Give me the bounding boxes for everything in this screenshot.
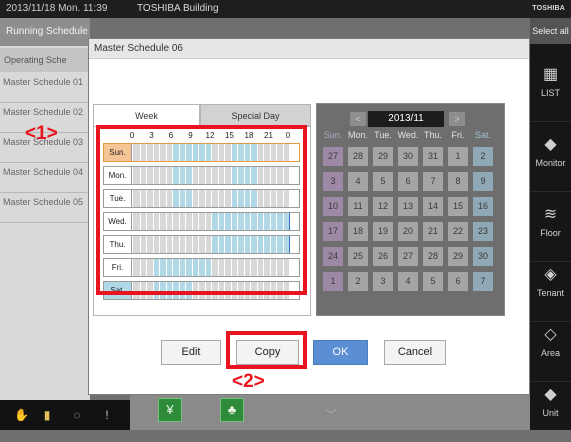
select-all-button[interactable]: Select all (530, 18, 571, 44)
calendar-day[interactable]: 22 (448, 222, 468, 241)
sidebar-header[interactable]: Running Schedule (0, 18, 90, 46)
calendar-day[interactable]: 19 (373, 222, 393, 241)
weekday-label: Thu. (423, 130, 442, 140)
datetime: 2013/11/18 Mon. 11:39 (6, 3, 108, 14)
dial-icon[interactable]: ◌ (70, 408, 84, 422)
calendar-day[interactable]: 4 (348, 172, 368, 191)
calendar-day[interactable]: 3 (323, 172, 343, 191)
sidebar-subheader[interactable]: Operating Sche (0, 48, 90, 72)
calendar-day[interactable]: 13 (398, 197, 418, 216)
chevron-down-icon[interactable]: ﹀ (325, 406, 337, 423)
nav-area-label: Area (540, 348, 560, 358)
tab-special-day[interactable]: Special Day (200, 104, 311, 126)
nav-unit-button[interactable]: ◆ Unit (530, 372, 571, 442)
calendar-day[interactable]: 8 (448, 172, 468, 191)
calendar-day[interactable]: 30 (398, 147, 418, 166)
calendar-day[interactable]: 14 (423, 197, 443, 216)
calendar-month: 2013/11 (368, 111, 444, 127)
calendar-day[interactable]: 1 (323, 272, 343, 291)
calendar-day[interactable]: 29 (448, 247, 468, 266)
calendar-day[interactable]: 25 (348, 247, 368, 266)
calendar-day[interactable]: 23 (473, 222, 493, 241)
calendar-day[interactable]: 2 (348, 272, 368, 291)
nav-monitor-button[interactable]: ◆ Monitor (530, 122, 571, 192)
nav-list-button[interactable]: ▦ LIST (530, 52, 571, 122)
calendar-day[interactable]: 4 (398, 272, 418, 291)
weekday-label: Wed. (397, 130, 419, 140)
cancel-button[interactable]: Cancel (384, 340, 446, 365)
calendar: < 2013/11 > Sun. Mon. Tue. Wed. Thu. Fri. Sat.… (316, 103, 505, 316)
calendar-day[interactable]: 24 (323, 247, 343, 266)
calendar-day[interactable]: 7 (473, 272, 493, 291)
brand-logo: TOSHIBA (532, 5, 565, 12)
list-icon: ▦ (542, 66, 559, 83)
restaurant-icon[interactable]: ¥ (158, 398, 182, 422)
nav-floor-label: Floor (540, 228, 561, 238)
nav-list-label: LIST (540, 88, 560, 98)
prev-month-button[interactable]: < (350, 112, 366, 126)
calendar-day[interactable]: 11 (348, 197, 368, 216)
highlight-copy-button (226, 331, 307, 369)
monitor-icon: ◆ (544, 136, 557, 153)
calendar-day[interactable]: 28 (423, 247, 443, 266)
calendar-day[interactable]: 6 (448, 272, 468, 291)
area-icon: ◇ (544, 326, 557, 343)
weekday-label: Mon. (347, 130, 368, 140)
calendar-day[interactable]: 27 (398, 247, 418, 266)
weekday-label: Fri. (451, 130, 465, 140)
calendar-day[interactable]: 20 (398, 222, 418, 241)
tab-week[interactable]: Week (93, 104, 200, 126)
calendar-day[interactable]: 9 (473, 172, 493, 191)
annotation-marker-1: <1> (25, 123, 58, 144)
weekday-label: Sun. (323, 130, 343, 140)
calendar-day[interactable]: 29 (373, 147, 393, 166)
tenant-icon: ◈ (544, 266, 557, 283)
next-month-button[interactable]: > (449, 112, 465, 126)
calendar-day[interactable]: 28 (348, 147, 368, 166)
bottom-center-bar: ¥ ♣ ﹀ (130, 392, 530, 430)
calendar-day[interactable]: 6 (398, 172, 418, 191)
alert-icon[interactable]: ! (100, 408, 114, 422)
calendar-day[interactable]: 15 (448, 197, 468, 216)
calendar-day[interactable]: 5 (423, 272, 443, 291)
calendar-day[interactable]: 2 (473, 147, 493, 166)
book-icon[interactable]: ▮ (40, 408, 54, 422)
calendar-day[interactable]: 31 (423, 147, 443, 166)
hand-icon[interactable]: ✋ (14, 408, 29, 422)
bottom-left-toolbar: ✋ ▮ ◌ ! (0, 400, 130, 430)
calendar-day[interactable]: 7 (423, 172, 443, 191)
sidebar-item-master-01[interactable]: Master Schedule 01 (0, 74, 90, 103)
schedule-sidebar: Running Schedule Operating Sche Master S… (0, 18, 90, 400)
annotation-marker-2: <2> (232, 371, 265, 392)
calendar-day[interactable]: 3 (373, 272, 393, 291)
unit-icon: ◆ (544, 386, 557, 403)
calendar-day[interactable]: 5 (373, 172, 393, 191)
weekday-label: Tue. (374, 130, 392, 140)
nav-tenant-label: Tenant (536, 288, 565, 298)
calendar-day[interactable]: 10 (323, 197, 343, 216)
dialog-title: Master Schedule 06 (89, 39, 529, 59)
calendar-day[interactable]: 1 (448, 147, 468, 166)
ok-button[interactable]: OK (313, 340, 368, 365)
calendar-day[interactable]: 30 (473, 247, 493, 266)
nav-unit-label: Unit (542, 408, 559, 418)
sidebar-item-master-05[interactable]: Master Schedule 05 (0, 194, 90, 223)
building-name: TOSHIBA Building (137, 3, 219, 14)
edit-button[interactable]: Edit (161, 340, 221, 365)
floor-icon: ≋ (543, 206, 558, 223)
calendar-day[interactable]: 16 (473, 197, 493, 216)
sidebar-item-master-04[interactable]: Master Schedule 04 (0, 164, 90, 193)
calendar-day[interactable]: 26 (373, 247, 393, 266)
right-nav: Select all ▦ LIST ◆ Monitor ≋ Floor ◈ Te… (530, 18, 571, 430)
status-bar: 2013/11/18 Mon. 11:39 TOSHIBA Building T… (0, 0, 571, 18)
nav-monitor-label: Monitor (535, 158, 566, 168)
calendar-day[interactable]: 12 (373, 197, 393, 216)
calendar-day[interactable]: 27 (323, 147, 343, 166)
calendar-day[interactable]: 21 (423, 222, 443, 241)
calendar-day[interactable]: 18 (348, 222, 368, 241)
highlight-weekly-grid (96, 125, 307, 295)
tree-icon[interactable]: ♣ (220, 398, 244, 422)
weekday-label: Sat. (474, 130, 491, 140)
calendar-day[interactable]: 17 (323, 222, 343, 241)
